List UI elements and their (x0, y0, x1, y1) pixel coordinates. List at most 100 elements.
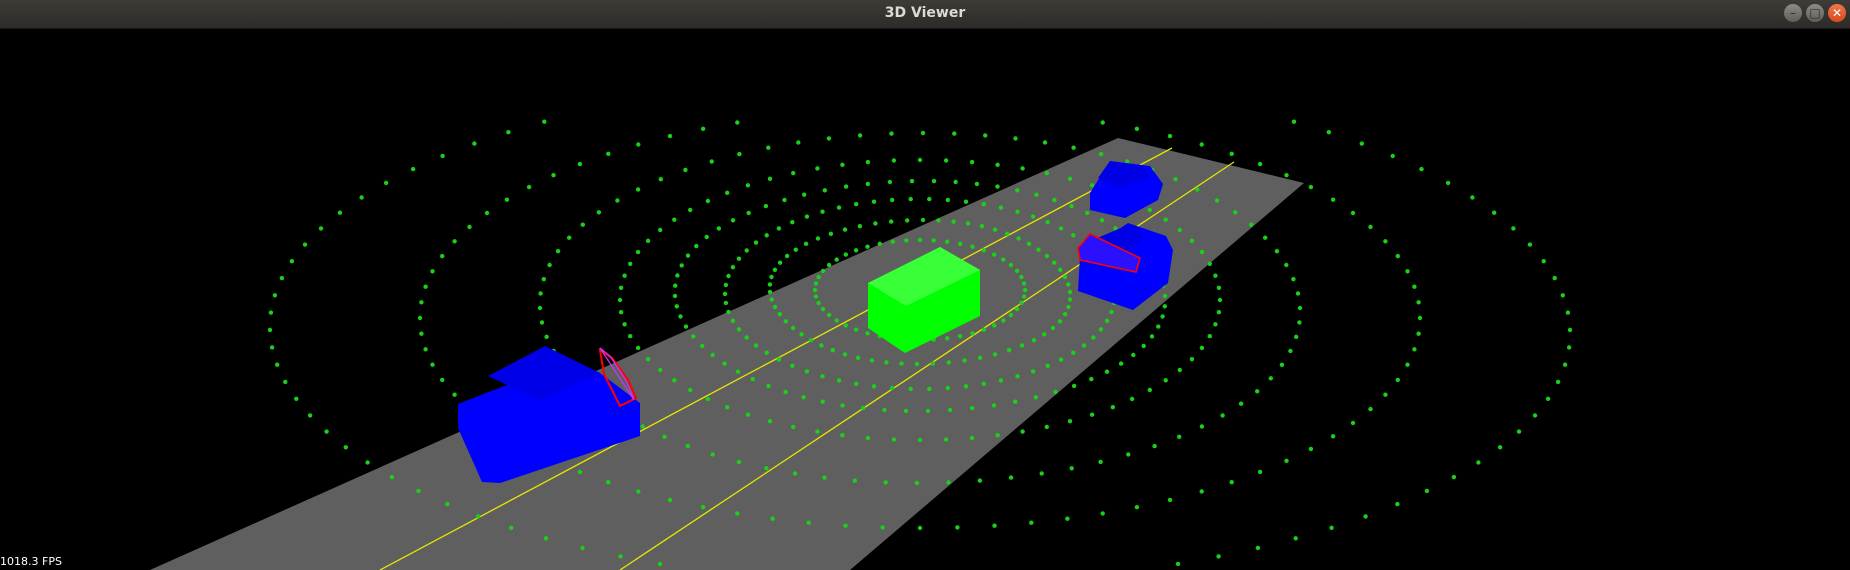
lidar-point (736, 327, 742, 332)
lidar-point (1021, 294, 1027, 299)
lidar-point (1297, 320, 1302, 325)
lidar-point (705, 396, 711, 402)
lidar-point (1199, 489, 1204, 494)
lidar-point (813, 281, 819, 286)
lidar-point (865, 331, 870, 336)
lidar-point (635, 345, 641, 351)
lidar-point (963, 384, 969, 389)
lidar-point (1089, 183, 1095, 188)
lidar-point (683, 324, 689, 329)
lidar-point (808, 338, 814, 343)
lidar-point (1098, 459, 1103, 465)
lidar-point (953, 179, 958, 185)
lidar-point (983, 133, 988, 138)
lidar-point (1350, 420, 1356, 426)
lidar-point (914, 480, 920, 486)
lidar-point (843, 184, 849, 189)
lidar-point (1104, 318, 1110, 323)
lidar-point (970, 331, 975, 336)
lidar-point (1293, 536, 1298, 541)
lidar-point (596, 210, 602, 215)
lidar-point (343, 445, 348, 450)
lidar-point (753, 240, 759, 245)
lidar-point (1419, 166, 1424, 172)
lidar-point (1284, 262, 1289, 268)
lidar-point (1167, 133, 1173, 139)
lidar-point (615, 198, 620, 203)
lidar-point (440, 153, 445, 159)
lidar-point (1291, 119, 1297, 124)
lidar-point (685, 443, 690, 449)
lidar-point (908, 196, 913, 202)
lidar-point (1162, 293, 1168, 299)
lidar-point (946, 480, 951, 485)
scene-canvas[interactable] (0, 28, 1850, 570)
lidar-point (992, 523, 997, 528)
lidar-point (467, 224, 472, 230)
lidar-point (1412, 284, 1417, 289)
lidar-point (783, 389, 788, 395)
maximize-button[interactable]: □ (1806, 4, 1824, 22)
lidar-point (1395, 253, 1401, 259)
lidar-point (1039, 471, 1044, 476)
lidar-point (820, 374, 825, 379)
lidar-point (1189, 357, 1195, 362)
lidar-point (969, 435, 975, 441)
close-button[interactable]: ✕ (1828, 4, 1846, 22)
lidar-point (750, 376, 755, 382)
lidar-point (890, 239, 895, 244)
lidar-point (804, 214, 810, 219)
lidar-point (1405, 269, 1410, 274)
lidar-point (865, 159, 871, 165)
minimize-button[interactable]: – (1784, 4, 1802, 22)
lidar-point (804, 369, 810, 374)
3d-viewport[interactable]: 1018.3 FPS (0, 28, 1850, 570)
lidar-point (618, 310, 624, 315)
lidar-point (1134, 126, 1140, 131)
lidar-point (1257, 161, 1263, 167)
lidar-point (1229, 480, 1234, 485)
lidar-point (843, 252, 848, 257)
close-icon: ✕ (1831, 6, 1843, 20)
lidar-point (1284, 173, 1289, 178)
lidar-point (992, 227, 998, 232)
lidar-point (854, 202, 859, 207)
lidar-point (803, 241, 809, 246)
lidar-point (992, 352, 998, 357)
lidar-point (1019, 300, 1024, 306)
lidar-point (1405, 362, 1410, 367)
lidar-point (1109, 309, 1114, 315)
lidar-point (730, 318, 736, 323)
lidar-point (1160, 314, 1165, 319)
lidar-point (628, 261, 633, 266)
lidar-point (389, 474, 395, 480)
lidar-point (1118, 361, 1124, 366)
lidar-point (722, 361, 727, 366)
lidar-point (544, 334, 549, 339)
lidar-point (640, 424, 645, 429)
lidar-point (1220, 413, 1225, 418)
title-bar[interactable]: 3D Viewer – □ ✕ (0, 0, 1850, 29)
lidar-point (1177, 367, 1183, 373)
lidar-point (764, 466, 769, 471)
lidar-point (476, 514, 481, 519)
lidar-point (974, 181, 980, 187)
lidar-point (840, 403, 845, 408)
lidar-point (889, 219, 894, 224)
lidar-point (877, 241, 882, 246)
lidar-point (1167, 497, 1173, 503)
lidar-point (1022, 287, 1028, 293)
lidar-point (635, 249, 641, 255)
lidar-point (725, 190, 730, 195)
lidar-point (796, 140, 801, 145)
lidar-point (981, 381, 986, 386)
lidar-point (1062, 274, 1068, 280)
lidar-point (736, 459, 742, 465)
lidar-point (909, 178, 915, 184)
lidar-point (820, 399, 825, 404)
lidar-point (1052, 197, 1057, 203)
lidar-point (776, 226, 782, 231)
lidar-point (970, 405, 975, 411)
lidar-point (769, 274, 774, 280)
lidar-point (1470, 195, 1475, 200)
